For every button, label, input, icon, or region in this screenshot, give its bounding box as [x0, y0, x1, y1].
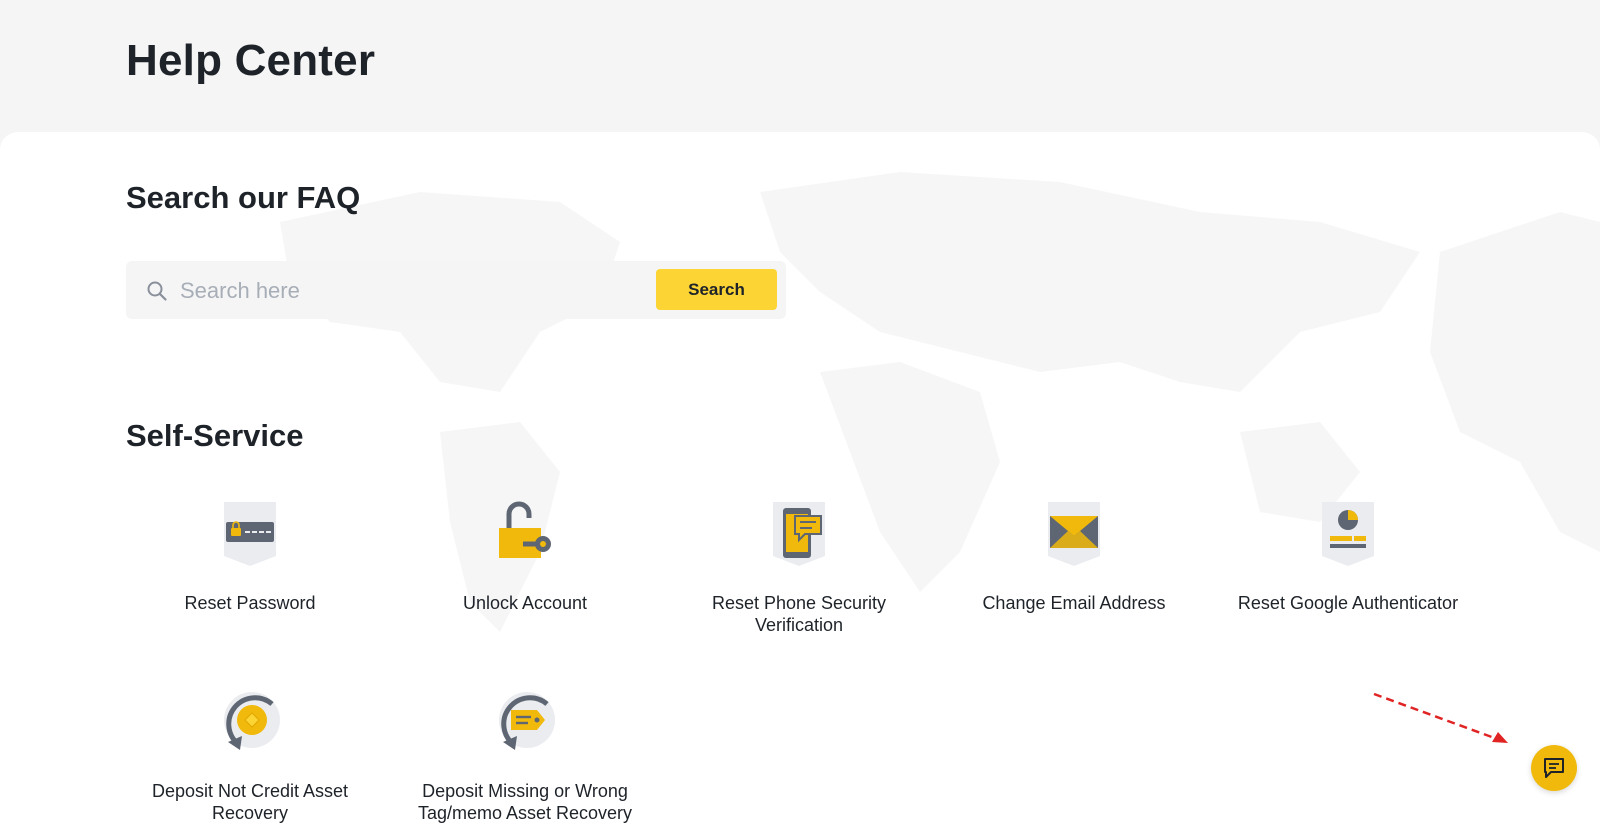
service-item-deposit-not-credit[interactable]: Deposit Not Credit Asset Recovery [135, 688, 365, 824]
self-service-section-title: Self-Service [126, 418, 304, 453]
service-item-label: Reset Phone Security Verification [711, 593, 887, 635]
service-item-deposit-missing-tag[interactable]: Deposit Missing or Wrong Tag/memo Asset … [410, 688, 640, 824]
service-item-label: Unlock Account [462, 593, 588, 613]
service-item-reset-google-authenticator[interactable]: Reset Google Authenticator [1233, 500, 1463, 614]
service-item-label: Deposit Missing or Wrong Tag/memo Asset … [417, 781, 633, 823]
deposit-tag-memo-icon [499, 692, 555, 750]
annotation-arrow [1373, 692, 1508, 743]
service-item-label: Change Email Address [982, 593, 1166, 613]
service-item-label: Deposit Not Credit Asset Recovery [151, 781, 349, 823]
page-title: Help Center [126, 36, 376, 85]
search-box: Search [126, 261, 786, 319]
faq-section-title: Search our FAQ [126, 180, 361, 215]
email-icon [1048, 502, 1100, 566]
service-item-label: Reset Google Authenticator [1237, 593, 1459, 613]
search-icon [147, 281, 167, 301]
deposit-recovery-icon [224, 692, 280, 750]
chat-icon [1544, 758, 1564, 778]
search-input[interactable] [178, 271, 642, 311]
chat-button[interactable] [1531, 745, 1577, 791]
header-band: Help Center [0, 0, 1600, 150]
service-item-reset-phone-verification[interactable]: Reset Phone Security Verification [684, 500, 914, 636]
unlock-account-icon [499, 501, 551, 558]
service-item-unlock-account[interactable]: Unlock Account [410, 500, 640, 614]
phone-verification-icon [773, 502, 825, 566]
service-item-reset-password[interactable]: Reset Password [135, 500, 365, 614]
service-item-label: Reset Password [184, 593, 316, 613]
search-button[interactable]: Search [656, 269, 777, 310]
reset-password-icon [224, 502, 276, 566]
google-authenticator-icon [1322, 502, 1374, 566]
service-item-change-email[interactable]: Change Email Address [959, 500, 1189, 614]
